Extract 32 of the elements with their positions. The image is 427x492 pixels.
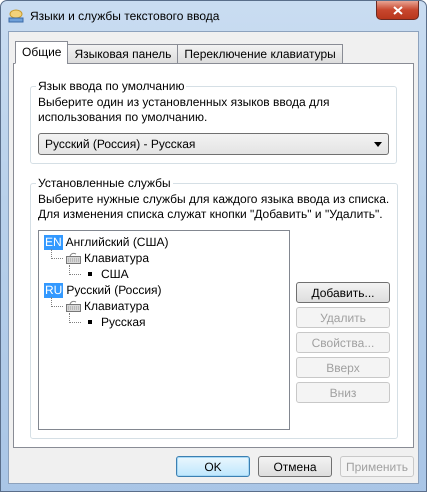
- language-dropdown[interactable]: Русский (Россия) - Русская: [38, 133, 389, 155]
- keyboard-icon: [66, 252, 81, 264]
- tree-item[interactable]: Русская: [101, 315, 146, 329]
- description: Выберите нужные службы для каждого языка ввода из списка. Для изменения списка служат кнопки "Добавить" и "Удалить".: [38, 192, 390, 222]
- bullet-icon: [88, 320, 92, 324]
- language-badge: EN: [44, 234, 63, 250]
- action-button[interactable]: Добавить...: [296, 282, 390, 303]
- dialog-button[interactable]: OK: [176, 456, 250, 477]
- window-title: Языки и службы текстового ввода: [30, 9, 220, 23]
- tree-line: [51, 248, 63, 258]
- dropdown-arrow-icon: [374, 142, 382, 146]
- tab[interactable]: Общие: [15, 41, 68, 64]
- group-title: Установленные службы: [37, 176, 172, 190]
- tree-line: [51, 296, 63, 306]
- close-icon: [392, 6, 402, 14]
- tree-item[interactable]: Русский (Россия): [66, 283, 162, 297]
- tab[interactable]: Переключение клавиатуры: [177, 44, 343, 64]
- cloud-keyboard-icon: [8, 9, 24, 23]
- group-title: Язык ввода по умолчанию: [37, 79, 186, 93]
- tree-line: [69, 264, 81, 274]
- tab[interactable]: Языковая панель: [67, 44, 178, 64]
- tree-item[interactable]: Клавиатура: [84, 251, 149, 265]
- description: Выберите один из установленных языков ввода для использования по умолчанию.: [38, 95, 331, 125]
- tree-item[interactable]: Английский (США): [66, 235, 168, 249]
- close-button[interactable]: [376, 1, 419, 20]
- language-badge: RU: [44, 282, 64, 298]
- dialog-button[interactable]: Отмена: [258, 456, 332, 477]
- bullet-icon: [88, 272, 92, 276]
- tree-line: [69, 312, 81, 322]
- tree-item[interactable]: США: [101, 267, 129, 281]
- tree-item[interactable]: Клавиатура: [84, 299, 149, 313]
- keyboard-icon: [66, 300, 81, 312]
